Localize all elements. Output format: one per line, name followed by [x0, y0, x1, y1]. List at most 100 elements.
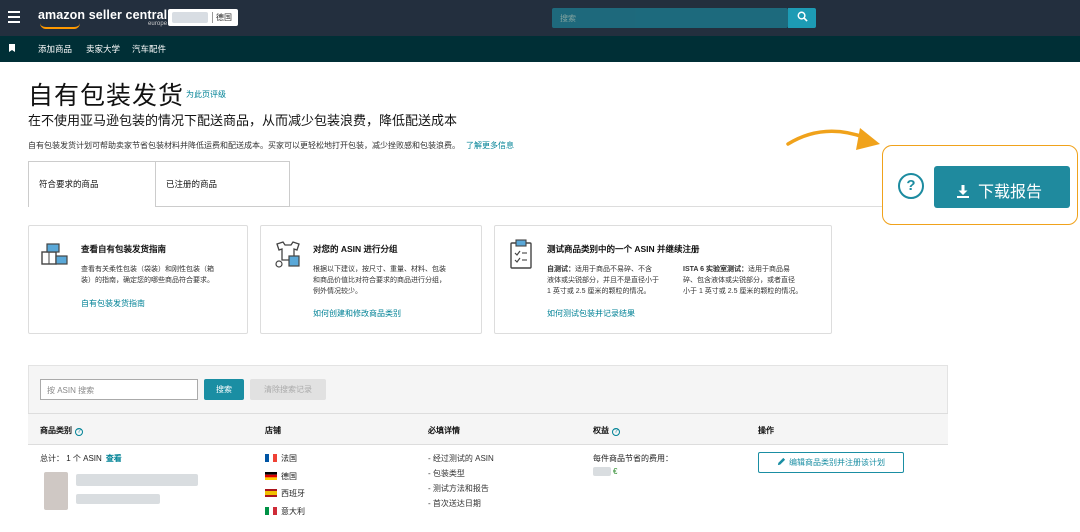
column-header-label: 商品类别	[40, 426, 72, 435]
download-report-label: 下载报告	[978, 184, 1043, 201]
clear-search-button[interactable]: 清除搜索记录	[250, 379, 326, 400]
card-body: 查看有关柔性包装（袋装）和刚性包装（箱 装）的指南，确定您的哪些商品符合要求。	[81, 264, 214, 286]
nav-link-add-product[interactable]: 添加商品	[38, 43, 72, 55]
download-icon	[957, 185, 969, 198]
card-title: 查看自有包装发货指南	[81, 244, 167, 254]
store-france: 法国	[265, 453, 297, 464]
clipboard-icon	[510, 239, 532, 269]
bookmark-icon[interactable]	[9, 44, 15, 52]
tab-divider	[290, 206, 882, 207]
total-asin: 总计： 1 个 ASIN 查看	[40, 453, 122, 464]
edit-category-label: 编辑商品类别并注册该计划	[789, 458, 885, 467]
category-link[interactable]: 如何创建和修改商品类别	[313, 308, 401, 319]
nav-link-auto-parts[interactable]: 汽车配件	[132, 43, 166, 55]
tab-registered-products[interactable]: 已注册的商品	[156, 161, 290, 207]
top-bar: amazon seller central europe 德国 搜索	[0, 0, 1080, 36]
card-body-line: 装）的指南，确定您的哪些商品符合要求。	[81, 277, 214, 284]
card-body-line: 例外情况较少。	[313, 288, 362, 295]
store-spain: 西班牙	[265, 488, 305, 499]
description-text: 自有包装发货计划可帮助卖家节省包装材料并降低运费和配送成本。买家可以更轻松地打开…	[28, 141, 460, 150]
asin-search-button[interactable]: 搜索	[204, 379, 244, 400]
product-sku-redacted	[76, 494, 160, 504]
self-test-text: 自测试：适用于商品不易碎、不含 液体或尖锐部分，并且不是直径小于 1 英寸或 2…	[547, 264, 679, 297]
ista-test-title: ISTA 6 实验室测试：	[683, 266, 748, 273]
search-icon[interactable]	[788, 8, 816, 28]
card-body-line: 根据以下建议，按尺寸、重量、材料、包装	[313, 266, 446, 273]
column-header-label: 权益	[593, 426, 609, 435]
table-header	[28, 413, 948, 445]
card-title: 测试商品类别中的一个 ASIN 并继续注册	[547, 244, 700, 254]
store-name-redacted	[172, 12, 208, 23]
question-circle-icon[interactable]: ?	[898, 173, 924, 199]
required-detail-item: - 首次送达日期	[428, 499, 481, 508]
store-name: 德国	[281, 472, 297, 481]
edit-category-button[interactable]: 编辑商品类别并注册该计划	[758, 452, 904, 473]
global-search-input[interactable]: 搜索	[552, 8, 788, 28]
tab-eligible-products[interactable]: 符合要求的商品	[28, 161, 156, 207]
card-title: 对您的 ASIN 进行分组	[313, 244, 398, 254]
learn-more-link[interactable]: 了解更多信息	[466, 141, 514, 150]
divider	[212, 12, 213, 23]
pencil-icon	[777, 457, 786, 466]
rate-page-link[interactable]: 为此页评级	[186, 89, 226, 100]
store-name: 法国	[281, 454, 297, 463]
card-body-line: 适用于商品不易碎、不含	[575, 266, 652, 273]
page-description: 自有包装发货计划可帮助卖家节省包装材料并降低运费和配送成本。买家可以更轻松地打开…	[28, 140, 514, 151]
card-body-line: 小于 1 英寸或 2.5 厘米的颗粒的情况。	[683, 288, 803, 295]
store-name: 意大利	[281, 507, 305, 516]
secondary-nav: 添加商品 卖家大学 汽车配件	[0, 36, 1080, 62]
required-detail-item: - 经过测试的 ASIN	[428, 454, 494, 463]
page-title: 自有包装发货	[28, 82, 185, 110]
self-test-title: 自测试：	[547, 266, 575, 273]
column-header-details: 必填详情	[428, 426, 460, 435]
guideline-card: 查看自有包装发货指南 查看有关柔性包装（袋装）和刚性包装（箱 装）的指南，确定您…	[28, 225, 248, 334]
info-icon[interactable]: ?	[612, 428, 620, 436]
required-detail-item: - 包装类型	[428, 469, 465, 478]
benefit-label: 每件商品节省的费用：	[593, 454, 673, 463]
benefit-currency: €	[613, 467, 618, 476]
product-image-redacted	[44, 472, 68, 510]
annotation-arrow	[786, 128, 880, 150]
column-header-actions: 操作	[758, 426, 774, 435]
info-icon[interactable]: ?	[75, 428, 83, 436]
card-body-line: 液体或尖锐部分，并且不是直径小于	[547, 277, 659, 284]
marketplace-label: 德国	[216, 13, 232, 22]
spain-flag-icon	[265, 489, 277, 497]
column-header-category: 商品类别?	[40, 425, 83, 436]
test-packaging-link[interactable]: 如何测试包装并记录结果	[547, 308, 635, 319]
germany-flag-icon	[265, 472, 277, 480]
asin-search-input[interactable]: 按 ASIN 搜索	[40, 379, 198, 400]
test-asin-card: 测试商品类别中的一个 ASIN 并继续注册 自测试：适用于商品不易碎、不含 液体…	[494, 225, 832, 334]
store-italy: 意大利	[265, 506, 305, 517]
total-value: 1 个 ASIN	[66, 454, 102, 463]
boxes-icon	[41, 243, 68, 265]
store-germany: 德国	[265, 471, 297, 482]
italy-flag-icon	[265, 507, 277, 515]
logo-text: amazon seller central	[38, 8, 168, 22]
column-header-benefits: 权益?	[593, 425, 620, 436]
product-name-redacted	[76, 474, 198, 486]
view-asin-link[interactable]: 查看	[106, 454, 122, 463]
guideline-link[interactable]: 自有包装发货指南	[81, 298, 145, 309]
card-body: 根据以下建议，按尺寸、重量、材料、包装 和商品价值比对符合要求的商品进行分组， …	[313, 264, 446, 297]
page-tagline: 在不使用亚马逊包装的情况下配送商品，从而减少包装浪费，降低配送成本	[28, 113, 458, 128]
required-detail-item: - 测试方法和报告	[428, 484, 489, 493]
group-asin-card: 对您的 ASIN 进行分组 根据以下建议，按尺寸、重量、材料、包装 和商品价值比…	[260, 225, 482, 334]
smile-icon	[40, 23, 80, 29]
card-body-line: 碎、包含液体或尖锐部分，或者直径	[683, 277, 795, 284]
hamburger-menu-icon[interactable]	[8, 11, 20, 23]
nav-link-seller-university[interactable]: 卖家大学	[86, 43, 120, 55]
total-label: 总计：	[40, 454, 64, 463]
benefit-value-redacted	[593, 467, 611, 476]
card-body-line: 1 英寸或 2.5 厘米的颗粒的情况。	[547, 288, 651, 295]
card-body-line: 和商品价值比对符合要求的商品进行分组，	[313, 277, 446, 284]
france-flag-icon	[265, 454, 277, 462]
amazon-logo[interactable]: amazon seller central europe	[38, 8, 168, 29]
card-body-line: 适用于商品易	[747, 266, 790, 273]
card-body-line: 查看有关柔性包装（袋装）和刚性包装（箱	[81, 266, 214, 273]
ista-test-text: ISTA 6 实验室测试：适用于商品易 碎、包含液体或尖锐部分，或者直径 小于 …	[683, 264, 825, 297]
store-switcher[interactable]: 德国	[168, 9, 238, 26]
store-name: 西班牙	[281, 489, 305, 498]
download-report-button[interactable]: 下载报告	[934, 166, 1070, 208]
column-header-store: 店铺	[265, 426, 281, 435]
